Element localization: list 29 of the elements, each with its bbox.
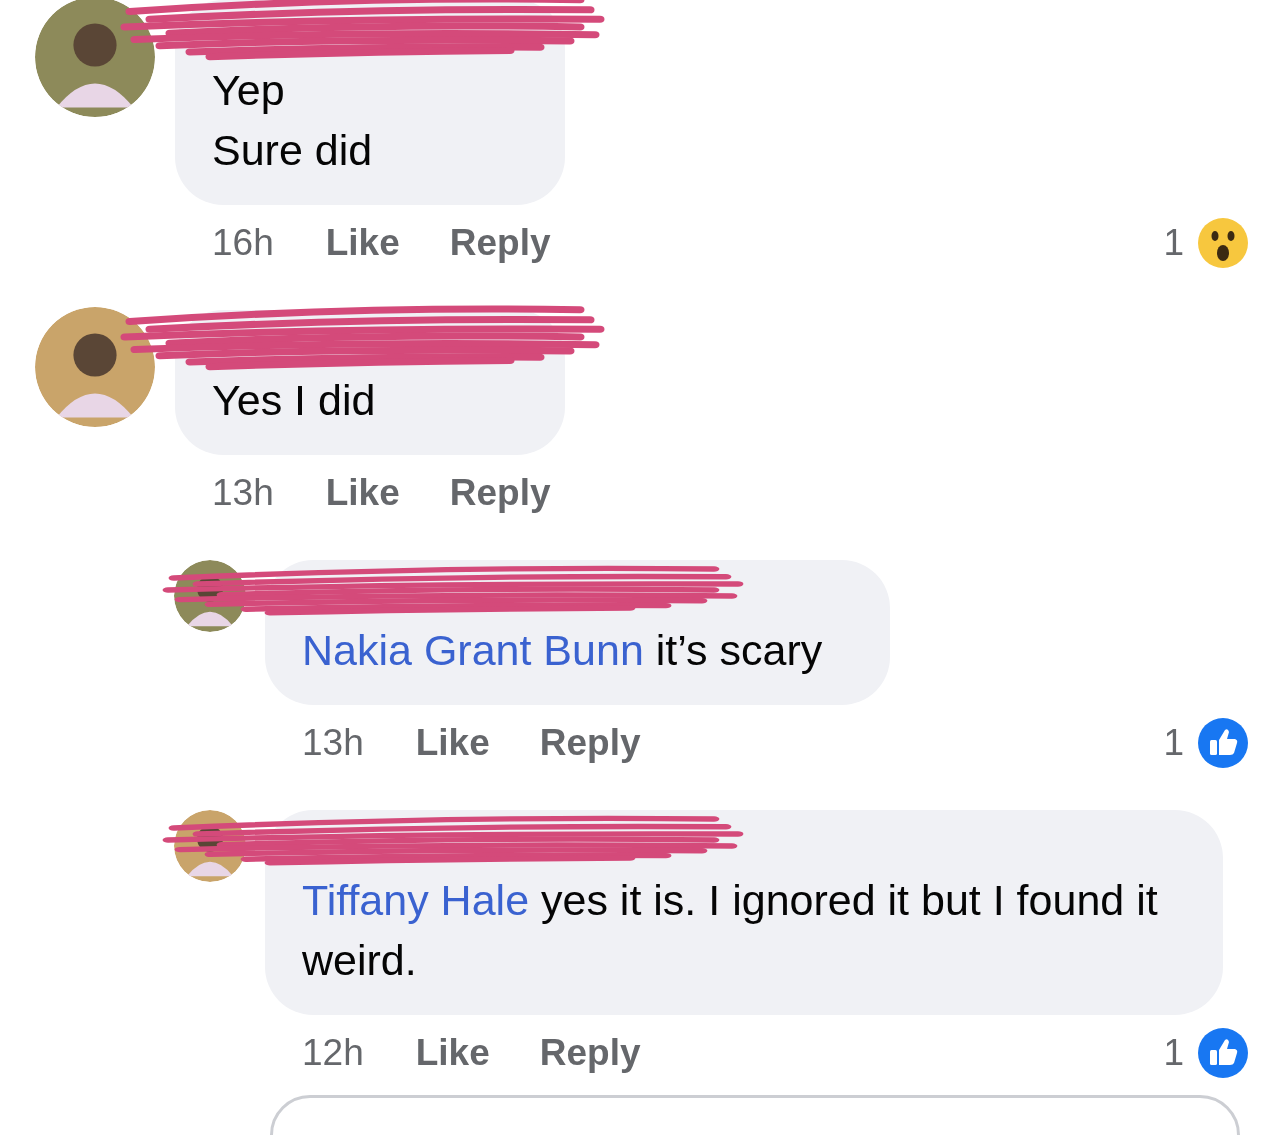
reaction-count: 1 <box>1163 221 1184 264</box>
thumbs-up-icon[interactable] <box>1198 1027 1248 1078</box>
reply-link[interactable]: Reply <box>539 1031 641 1074</box>
timestamp: 12h <box>302 1031 364 1074</box>
avatar[interactable] <box>35 0 155 117</box>
reply-link[interactable]: Reply <box>449 221 551 264</box>
comment-text: Sure did <box>212 125 374 176</box>
timestamp: 16h <box>212 221 274 264</box>
avatar[interactable] <box>174 810 246 882</box>
like-link[interactable]: Like <box>325 471 400 514</box>
reply-link[interactable]: Reply <box>449 471 551 514</box>
mention-link[interactable]: Tiffany Hale <box>302 876 530 924</box>
avatar[interactable] <box>174 560 246 632</box>
timestamp: 13h <box>212 471 274 514</box>
timestamp: 13h <box>302 721 364 764</box>
wow-face-icon[interactable] <box>1198 217 1248 268</box>
comment-text: Nakia Grant Bunn it’s scary <box>302 625 824 676</box>
reply-link[interactable]: Reply <box>539 721 641 764</box>
reaction-count: 1 <box>1163 721 1184 764</box>
like-link[interactable]: Like <box>415 1031 490 1074</box>
mention-link[interactable]: Nakia Grant Bunn <box>302 626 644 674</box>
like-link[interactable]: Like <box>415 721 490 764</box>
comment-text: Yes I did <box>212 375 377 426</box>
like-link[interactable]: Like <box>325 221 400 264</box>
comment-text: Tiffany Hale yes it is. I ignored it but I found it weird. <box>302 875 1159 986</box>
reaction-count: 1 <box>1163 1031 1184 1074</box>
comment-text: Yep <box>212 65 286 116</box>
avatar[interactable] <box>35 307 155 427</box>
thumbs-up-icon[interactable] <box>1198 717 1248 768</box>
